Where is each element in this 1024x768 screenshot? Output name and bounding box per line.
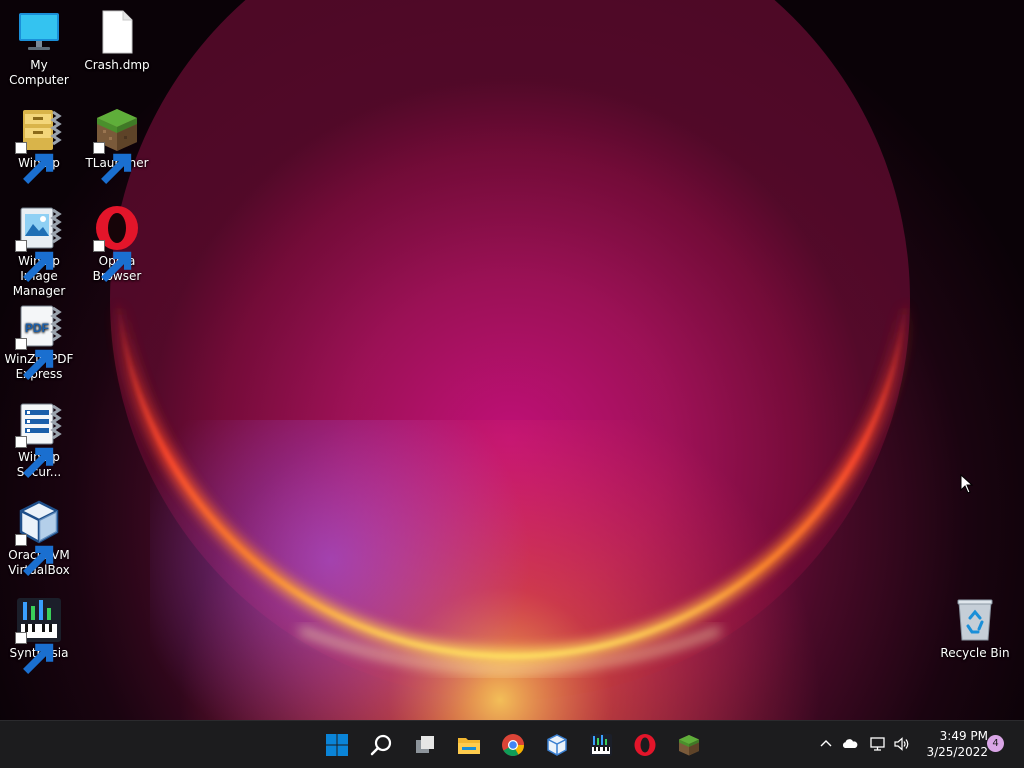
synthesia-icon: [590, 734, 612, 756]
virtualbox-icon: [547, 734, 567, 756]
grass-block-icon: [93, 106, 141, 184]
taskbar-virtualbox[interactable]: [541, 729, 573, 761]
synthesia-icon: [15, 596, 63, 674]
windows-start-icon: [326, 734, 348, 756]
taskbar-search-button[interactable]: [365, 729, 397, 761]
winzip-pdf-icon: PDF: [15, 302, 63, 380]
taskbar-chrome[interactable]: [497, 729, 529, 761]
clock-date: 3/25/2022: [926, 745, 988, 759]
taskbar: 3:49 PM 3/25/2022: [0, 720, 1024, 768]
shortcut-arrow-icon: [15, 338, 54, 380]
desktop-icon-crash-dmp[interactable]: Crash.dmp: [78, 8, 156, 73]
opera-icon: [634, 734, 656, 756]
opera-icon: [93, 204, 141, 282]
blank-file-icon: [93, 8, 141, 56]
search-icon: [370, 734, 392, 756]
desktop-icon-label: My Computer: [9, 58, 69, 87]
notification-badge[interactable]: 4: [987, 735, 1004, 752]
desktop-icon-label: Crash.dmp: [84, 58, 150, 72]
taskbar-task-view-button[interactable]: [409, 729, 441, 761]
desktop-icon-my-computer[interactable]: My Computer: [0, 8, 78, 88]
desktop-icon-winzip[interactable]: WinZip: [0, 106, 78, 184]
shortcut-arrow-icon: [15, 142, 54, 184]
recycle-bin-icon: [951, 596, 999, 644]
network-icon[interactable]: [869, 735, 887, 753]
desktop-icon-recycle-bin[interactable]: Recycle Bin: [936, 596, 1014, 661]
grass-block-icon: [679, 735, 699, 756]
taskbar-start-button[interactable]: [321, 729, 353, 761]
shortcut-arrow-icon: [93, 142, 132, 184]
shortcut-arrow-icon: [15, 436, 54, 478]
virtualbox-icon: [15, 498, 63, 576]
desktop-icon-winzip-secure[interactable]: WinZip Secur...: [0, 400, 78, 480]
svg-text:PDF: PDF: [25, 321, 49, 335]
taskbar-opera[interactable]: [629, 729, 661, 761]
chrome-icon: [502, 734, 524, 756]
mouse-cursor-icon: [960, 474, 974, 494]
cloud-icon[interactable]: [841, 735, 859, 753]
desktop-icon-tlauncher[interactable]: TLauncher: [78, 106, 156, 184]
taskbar-file-explorer[interactable]: [453, 729, 485, 761]
shortcut-arrow-icon: [15, 632, 54, 674]
shortcut-arrow-icon: [93, 240, 132, 282]
chevron-up-icon[interactable]: [817, 735, 835, 753]
task-view-icon: [416, 736, 434, 753]
clock-time: 3:49 PM: [939, 729, 988, 743]
winzip-secure-icon: [15, 400, 63, 478]
desktop-icon-winzip-pdf-express[interactable]: PDF WinZip PDF Express: [0, 302, 78, 382]
desktop-icon-opera-browser[interactable]: Opera Browser: [78, 204, 156, 284]
monitor-icon: [15, 8, 63, 56]
desktop-icon-winzip-image-manager[interactable]: WinZip Image Manager: [0, 204, 78, 299]
speaker-icon[interactable]: [893, 735, 911, 753]
desktop-icon-synthesia[interactable]: Synthesia: [0, 596, 78, 674]
shortcut-arrow-icon: [15, 534, 54, 576]
taskbar-tlauncher[interactable]: [673, 729, 705, 761]
desktop[interactable]: My Computer WinZip WinZip Image Manager …: [0, 0, 1024, 720]
winzip-icon: [15, 106, 63, 184]
shortcut-arrow-icon: [15, 240, 54, 282]
winzip-image-icon: [15, 204, 63, 282]
folder-icon: [458, 738, 480, 754]
desktop-icon-label: Recycle Bin: [940, 646, 1010, 660]
taskbar-clock[interactable]: 3:49 PM 3/25/2022: [916, 728, 988, 760]
desktop-icon-virtualbox[interactable]: Oracle VM VirtualBox: [0, 498, 78, 578]
taskbar-synthesia[interactable]: [585, 729, 617, 761]
